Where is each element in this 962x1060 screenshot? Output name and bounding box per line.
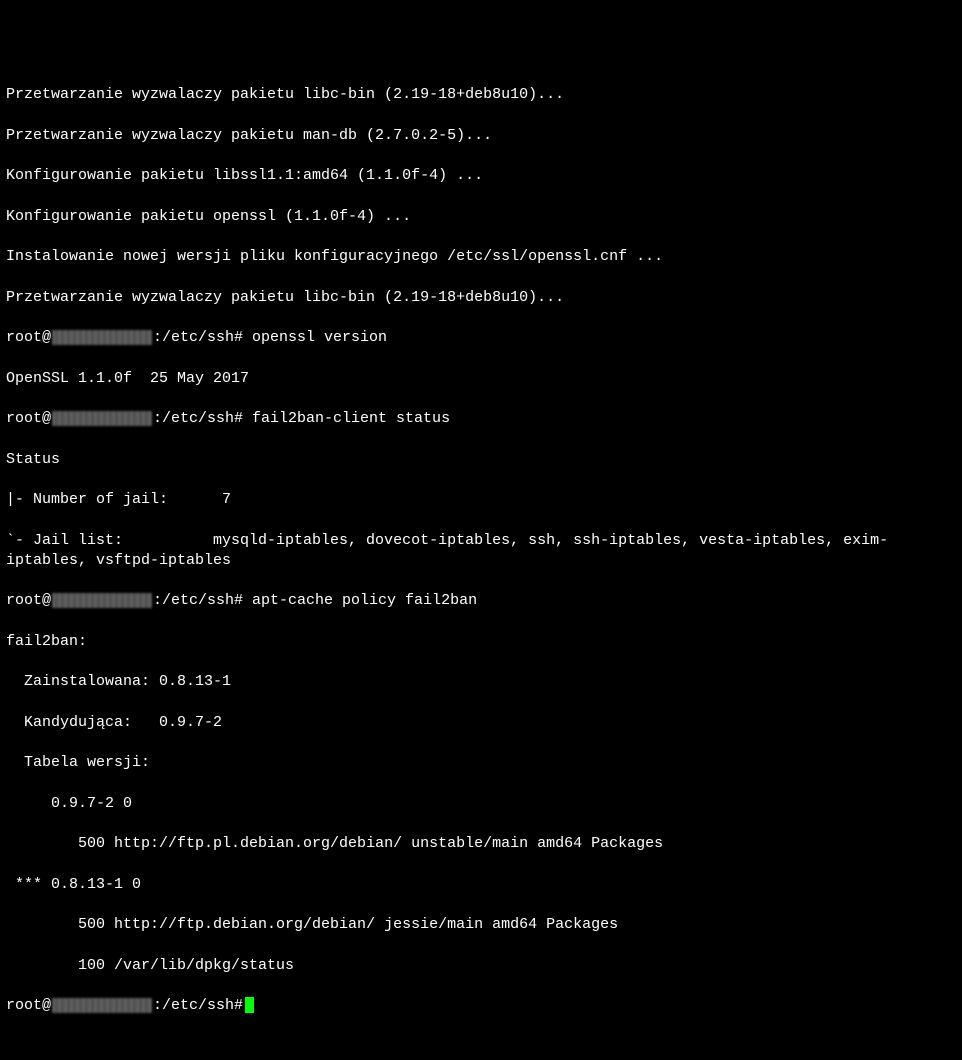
output-line: Konfigurowanie pakietu openssl (1.1.0f-4… — [6, 207, 956, 227]
output-line: 500 http://ftp.debian.org/debian/ jessie… — [6, 915, 956, 935]
prompt-user: root@ — [6, 592, 51, 609]
output-line: |- Number of jail: 7 — [6, 490, 956, 510]
prompt-line-active[interactable]: root@ :/etc/ssh# — [6, 996, 956, 1016]
prompt-path: :/etc/ssh# — [153, 329, 243, 346]
prompt-path: :/etc/ssh# — [153, 410, 243, 427]
output-line: Zainstalowana: 0.8.13-1 — [6, 672, 956, 692]
prompt-line: root@ :/etc/ssh# fail2ban-client status — [6, 409, 956, 429]
output-line: Instalowanie nowej wersji pliku konfigur… — [6, 247, 956, 267]
output-line: fail2ban: — [6, 632, 956, 652]
prompt-path: :/etc/ssh# — [153, 592, 243, 609]
prompt-user: root@ — [6, 329, 51, 346]
output-line: 0.9.7-2 0 — [6, 794, 956, 814]
output-line: OpenSSL 1.1.0f 25 May 2017 — [6, 369, 956, 389]
prompt-user: root@ — [6, 997, 51, 1014]
command-text: apt-cache policy fail2ban — [243, 592, 477, 609]
output-line: Przetwarzanie wyzwalaczy pakietu libc-bi… — [6, 288, 956, 308]
prompt-path: :/etc/ssh# — [153, 997, 243, 1014]
prompt-user: root@ — [6, 410, 51, 427]
redacted-hostname — [52, 411, 152, 426]
output-line: Przetwarzanie wyzwalaczy pakietu libc-bi… — [6, 85, 956, 105]
output-line: Status — [6, 450, 956, 470]
output-line: *** 0.8.13-1 0 — [6, 875, 956, 895]
output-line: Konfigurowanie pakietu libssl1.1:amd64 (… — [6, 166, 956, 186]
redacted-hostname — [52, 998, 152, 1013]
command-text: fail2ban-client status — [243, 410, 450, 427]
output-line: Tabela wersji: — [6, 753, 956, 773]
redacted-hostname — [52, 330, 152, 345]
output-line: 500 http://ftp.pl.debian.org/debian/ uns… — [6, 834, 956, 854]
prompt-line: root@ :/etc/ssh# openssl version — [6, 328, 956, 348]
redacted-hostname — [52, 593, 152, 608]
prompt-line: root@ :/etc/ssh# apt-cache policy fail2ba… — [6, 591, 956, 611]
command-text: openssl version — [243, 329, 387, 346]
output-line: Kandydująca: 0.9.7-2 — [6, 713, 956, 733]
terminal-cursor — [245, 997, 254, 1013]
output-line: Przetwarzanie wyzwalaczy pakietu man-db … — [6, 126, 956, 146]
output-line: 100 /var/lib/dpkg/status — [6, 956, 956, 976]
output-line: `- Jail list: mysqld-iptables, dovecot-i… — [6, 531, 956, 572]
